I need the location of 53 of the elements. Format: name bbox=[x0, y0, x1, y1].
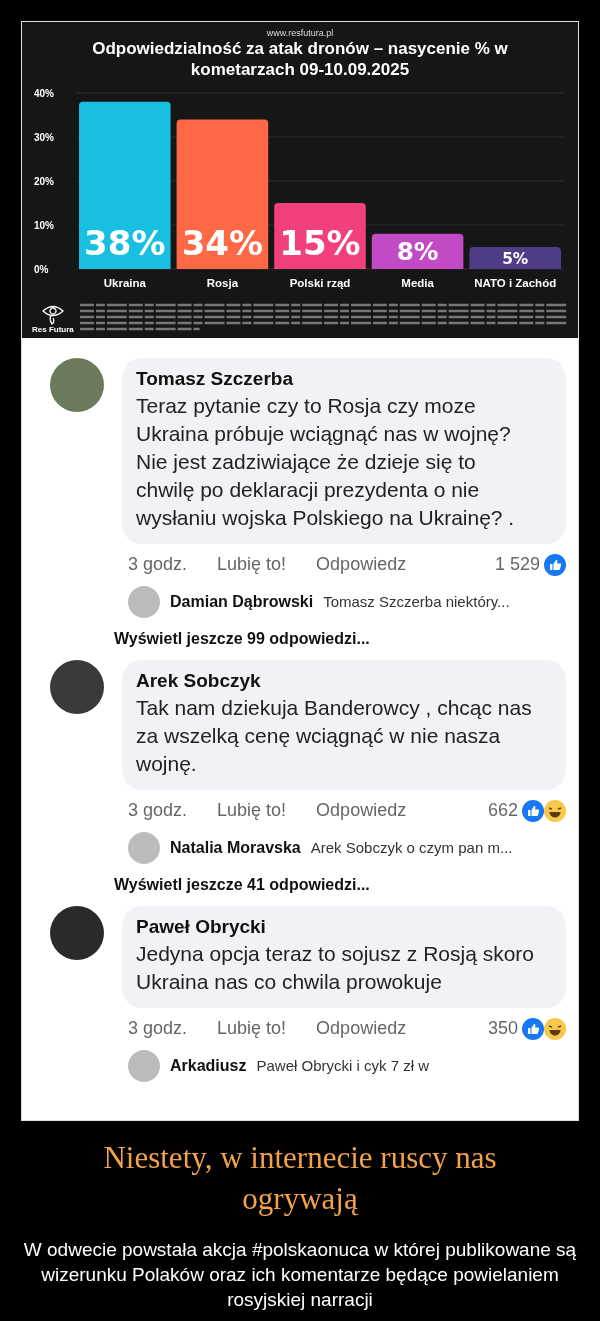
laughing-face-icon bbox=[544, 1017, 566, 1040]
bar-value-label: 34% bbox=[181, 222, 264, 263]
bar-value-label: 5% bbox=[502, 249, 529, 268]
like-reaction-icon bbox=[522, 1017, 544, 1040]
axis-tick-label: 10% bbox=[34, 219, 54, 231]
reply-link[interactable]: Odpowiedz bbox=[316, 1018, 407, 1039]
comment-time: 3 godz. bbox=[128, 1018, 188, 1039]
more-replies-link[interactable]: Wyświetl jeszcze 41 odpowiedzi... bbox=[50, 867, 566, 894]
category-label: Polski rząd bbox=[289, 276, 351, 289]
comment-text: Jedyna opcja teraz to sojusz z Rosją skoro Ukraina nas co chwila prowokuje bbox=[136, 940, 536, 995]
caption-title: Niestety, w internecie ruscy nas ogrywają bbox=[102, 1138, 498, 1219]
comment-time: 3 godz. bbox=[128, 554, 188, 575]
avatar[interactable] bbox=[50, 905, 104, 960]
reaction-count: 1 529 bbox=[494, 554, 540, 575]
reply-preview: Arek Sobczyk o czym pan m... bbox=[310, 839, 513, 856]
bar-value-label: 38% bbox=[84, 222, 166, 263]
bar-value-label: 15% bbox=[279, 222, 361, 263]
comment-text: Tak nam dziekuja Banderowcy , chcąc nas za wszelką cenę wciągnąć w nie nasza wojnę. bbox=[136, 694, 533, 777]
category-label: Ukraina bbox=[103, 276, 146, 289]
reply-preview: Tomasz Szczerba niektóry... bbox=[323, 593, 510, 610]
like-link[interactable]: Lubię to! bbox=[217, 554, 287, 575]
axis-tick-label: 20% bbox=[34, 175, 54, 187]
like-link[interactable]: Lubię to! bbox=[217, 800, 287, 821]
reaction-count: 662 bbox=[487, 800, 518, 821]
more-replies-link[interactable]: Wyświetl jeszcze 99 odpowiedzi... bbox=[50, 621, 566, 648]
comment-time: 3 godz. bbox=[128, 800, 188, 821]
like-link[interactable]: Lubię to! bbox=[217, 1018, 287, 1039]
commenter-name: Arek Sobczyk bbox=[136, 669, 262, 692]
comment-text: Teraz pytanie czy to Rosja czy moze Ukraina próbuje wciągnąć nas w wojnę? Nie jest zadziwiające że dzieje się to chwilę po deklaracji prezydenta o nie wysłaniu wojska Polskiego na Ukrainę? . bbox=[136, 392, 516, 531]
commenter-name: Paweł Obrycki bbox=[136, 915, 267, 938]
source-url: www.resfutura.pl bbox=[266, 28, 334, 38]
reply-link[interactable]: Odpowiedz bbox=[316, 554, 407, 575]
chart-title: Odpowiedzialność za atak dronów – nasycenie % w kometarzach 09-10.09.2025 bbox=[91, 38, 509, 81]
logo-text: Res Futura bbox=[32, 324, 74, 334]
category-label: Rosja bbox=[206, 276, 239, 289]
reply-author: Arkadiusz bbox=[170, 1056, 247, 1075]
reaction-count: 350 bbox=[487, 1018, 518, 1039]
caption-text: W odwecie powstała akcja #polskaonuca w której publikowane są wizerunku Polaków oraz ich komentarze będące powielaniem rosyjskiej narracji bbox=[22, 1238, 578, 1312]
bar-value-label: 8% bbox=[396, 236, 439, 266]
axis-tick-label: 40% bbox=[34, 87, 54, 99]
axis-tick-label: 0% bbox=[34, 263, 49, 275]
laughing-face-icon bbox=[544, 799, 566, 822]
commenter-name: Tomasz Szczerba bbox=[136, 367, 294, 390]
reply-link[interactable]: Odpowiedz bbox=[316, 800, 407, 821]
reply-author: Damian Dąbrowski bbox=[170, 592, 314, 611]
like-reaction-icon bbox=[522, 799, 544, 822]
axis-tick-label: 30% bbox=[34, 131, 54, 143]
category-label: Media bbox=[401, 276, 434, 289]
reply-preview: Paweł Obrycki i cyk 7 zł w bbox=[256, 1057, 429, 1074]
avatar[interactable] bbox=[50, 659, 104, 714]
category-label: NATO i Zachód bbox=[474, 276, 557, 289]
like-reaction-icon bbox=[544, 553, 566, 576]
reply-author: Natalia Moravska bbox=[170, 838, 301, 857]
